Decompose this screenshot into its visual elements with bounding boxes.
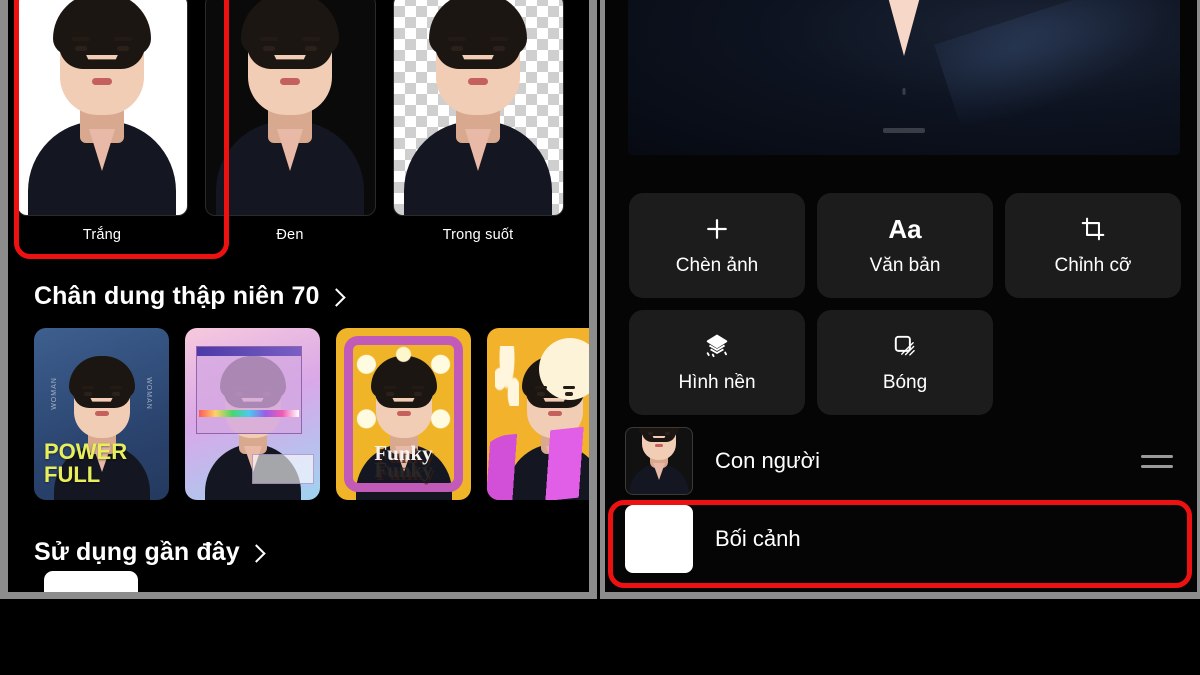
- background-label-black: Đen: [276, 227, 304, 243]
- template-caption: Funky Funky: [336, 443, 471, 482]
- portrait-illustration: [626, 428, 692, 494]
- tool-button-text[interactable]: Aa Văn bản: [817, 193, 993, 298]
- layer-thumbnail-person[interactable]: [625, 427, 693, 495]
- background-option-black[interactable]: Đen: [196, 0, 384, 243]
- section-header-recently-used[interactable]: Sử dụng gần đây: [34, 538, 266, 567]
- preview-neckline: [872, 0, 936, 56]
- template-card-funky[interactable]: Funky Funky: [336, 328, 471, 500]
- layer-row-person[interactable]: Con người: [625, 422, 1185, 500]
- template-caption-line1: POWER: [44, 439, 128, 465]
- right-panel-frame: Chèn ảnh Aa Văn bản Chỉnh cỡ Hình nền Bó…: [600, 0, 1200, 599]
- tool-label-insert-image: Chèn ảnh: [675, 254, 759, 276]
- tool-grid: Chèn ảnh Aa Văn bản Chỉnh cỡ Hình nền Bó…: [629, 193, 1181, 415]
- retro-card-graphic: [252, 454, 314, 484]
- retro-window-graphic: [196, 346, 302, 434]
- background-label-white: Trắng: [82, 227, 122, 243]
- crop-icon: [1080, 215, 1106, 243]
- layer-name-background: Bối cảnh: [715, 526, 801, 551]
- portrait-illustration: [394, 0, 563, 215]
- layer-name-person: Con người: [715, 448, 820, 473]
- text-aa-icon: Aa: [888, 215, 921, 243]
- tool-label-shadow: Bóng: [882, 371, 928, 393]
- tool-button-background[interactable]: Hình nền: [629, 310, 805, 415]
- tool-label-text: Văn bản: [869, 254, 941, 276]
- right-panel: Chèn ảnh Aa Văn bản Chỉnh cỡ Hình nền Bó…: [605, 0, 1197, 592]
- layer-row-background[interactable]: Bối cảnh: [625, 500, 1185, 578]
- tool-button-insert-image[interactable]: Chèn ảnh: [629, 193, 805, 298]
- layer-list: Con người Bối cảnh: [625, 422, 1185, 578]
- background-thumb-black[interactable]: [204, 0, 376, 216]
- section-title-70s-portrait: Chân dung thập niên 70: [34, 282, 320, 310]
- section-header-70s-portrait[interactable]: Chân dung thập niên 70: [34, 282, 346, 311]
- template-card-retro-window[interactable]: [185, 328, 320, 500]
- template-caption-line2: FULL: [44, 461, 101, 487]
- image-preview-canvas[interactable]: [628, 0, 1180, 155]
- preview-detail-tag: [883, 128, 925, 133]
- chevron-right-icon: [326, 288, 346, 307]
- template-side-word-left: WOMAN: [50, 377, 58, 410]
- portrait-illustration: [206, 0, 375, 215]
- left-panel: Trắng Đen Trong suốt Chân dung thập niên…: [8, 0, 589, 592]
- background-options-row: Trắng Đen Trong suốt: [8, 0, 572, 243]
- text-aa-glyph: Aa: [888, 213, 922, 244]
- template-row-70s-portrait: WOMAN WOMAN POWER FULL Funky Funky: [34, 328, 589, 500]
- preview-detail-dot: [902, 88, 906, 95]
- preview-highlight: [933, 0, 1180, 137]
- background-thumb-white[interactable]: [16, 0, 188, 216]
- plus-icon: [703, 215, 731, 243]
- drag-handle-icon[interactable]: [1141, 454, 1173, 468]
- left-panel-frame: Trắng Đen Trong suốt Chân dung thập niên…: [0, 0, 597, 599]
- template-card-powerfull[interactable]: WOMAN WOMAN POWER FULL: [34, 328, 169, 500]
- background-option-transparent[interactable]: Trong suốt: [384, 0, 572, 243]
- tool-button-resize[interactable]: Chỉnh cỡ: [1005, 193, 1181, 298]
- leaf-graphic: [495, 346, 519, 406]
- background-label-transparent: Trong suốt: [442, 227, 514, 243]
- recently-used-item-peek[interactable]: [44, 571, 138, 592]
- tool-label-background: Hình nền: [678, 371, 756, 393]
- template-caption-line2: Funky: [374, 457, 433, 482]
- template-caption: POWER FULL: [44, 439, 128, 487]
- background-option-white[interactable]: Trắng: [8, 0, 196, 243]
- layers-sparkle-icon: [703, 332, 731, 360]
- tool-button-shadow[interactable]: Bóng: [817, 310, 993, 415]
- chevron-right-icon: [247, 544, 266, 563]
- portrait-illustration: [18, 0, 187, 215]
- template-side-word-right: WOMAN: [145, 377, 153, 410]
- app-screenshot: Trắng Đen Trong suốt Chân dung thập niên…: [0, 0, 1200, 675]
- background-thumb-transparent[interactable]: [392, 0, 564, 216]
- tool-label-resize: Chỉnh cỡ: [1054, 254, 1132, 276]
- section-title-recently-used: Sử dụng gần đây: [34, 538, 240, 566]
- layer-thumbnail-background[interactable]: [625, 505, 693, 573]
- shadow-square-icon: [892, 332, 918, 360]
- template-card-yellow-wave[interactable]: [487, 328, 589, 500]
